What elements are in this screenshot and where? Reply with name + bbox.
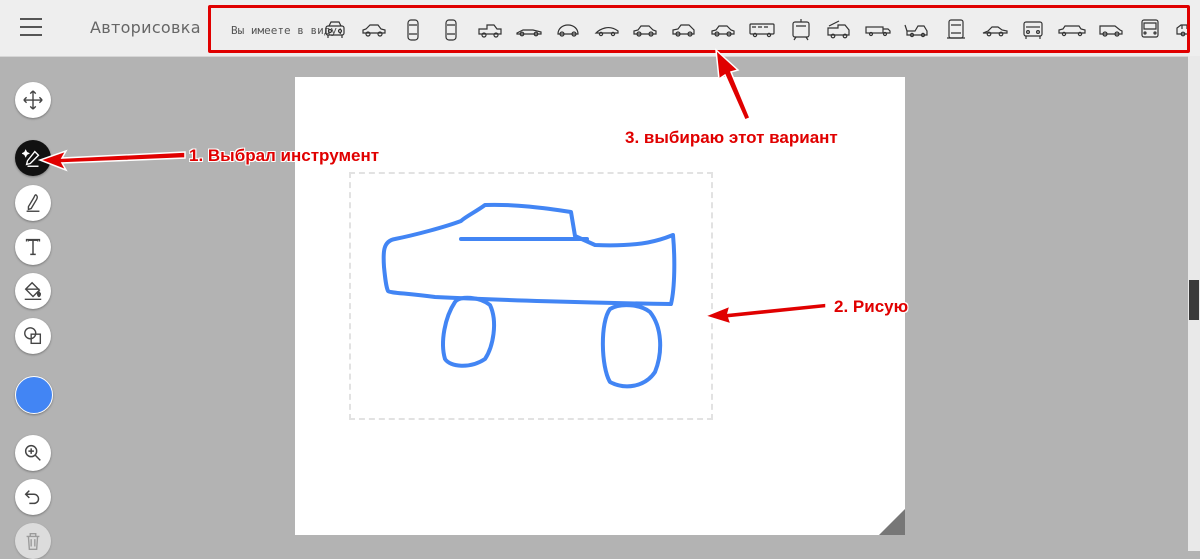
arrow-step1 (37, 149, 186, 172)
arrow-step2 (702, 302, 827, 326)
annotation-step1: 1. Выбрал инструмент (189, 146, 380, 165)
arrow-step3 (715, 48, 751, 121)
annotation-arrows (37, 48, 827, 326)
annotation-step3: 3. выбираю этот вариант (625, 128, 838, 147)
annotation-step2: 2. Рисую (834, 297, 909, 316)
